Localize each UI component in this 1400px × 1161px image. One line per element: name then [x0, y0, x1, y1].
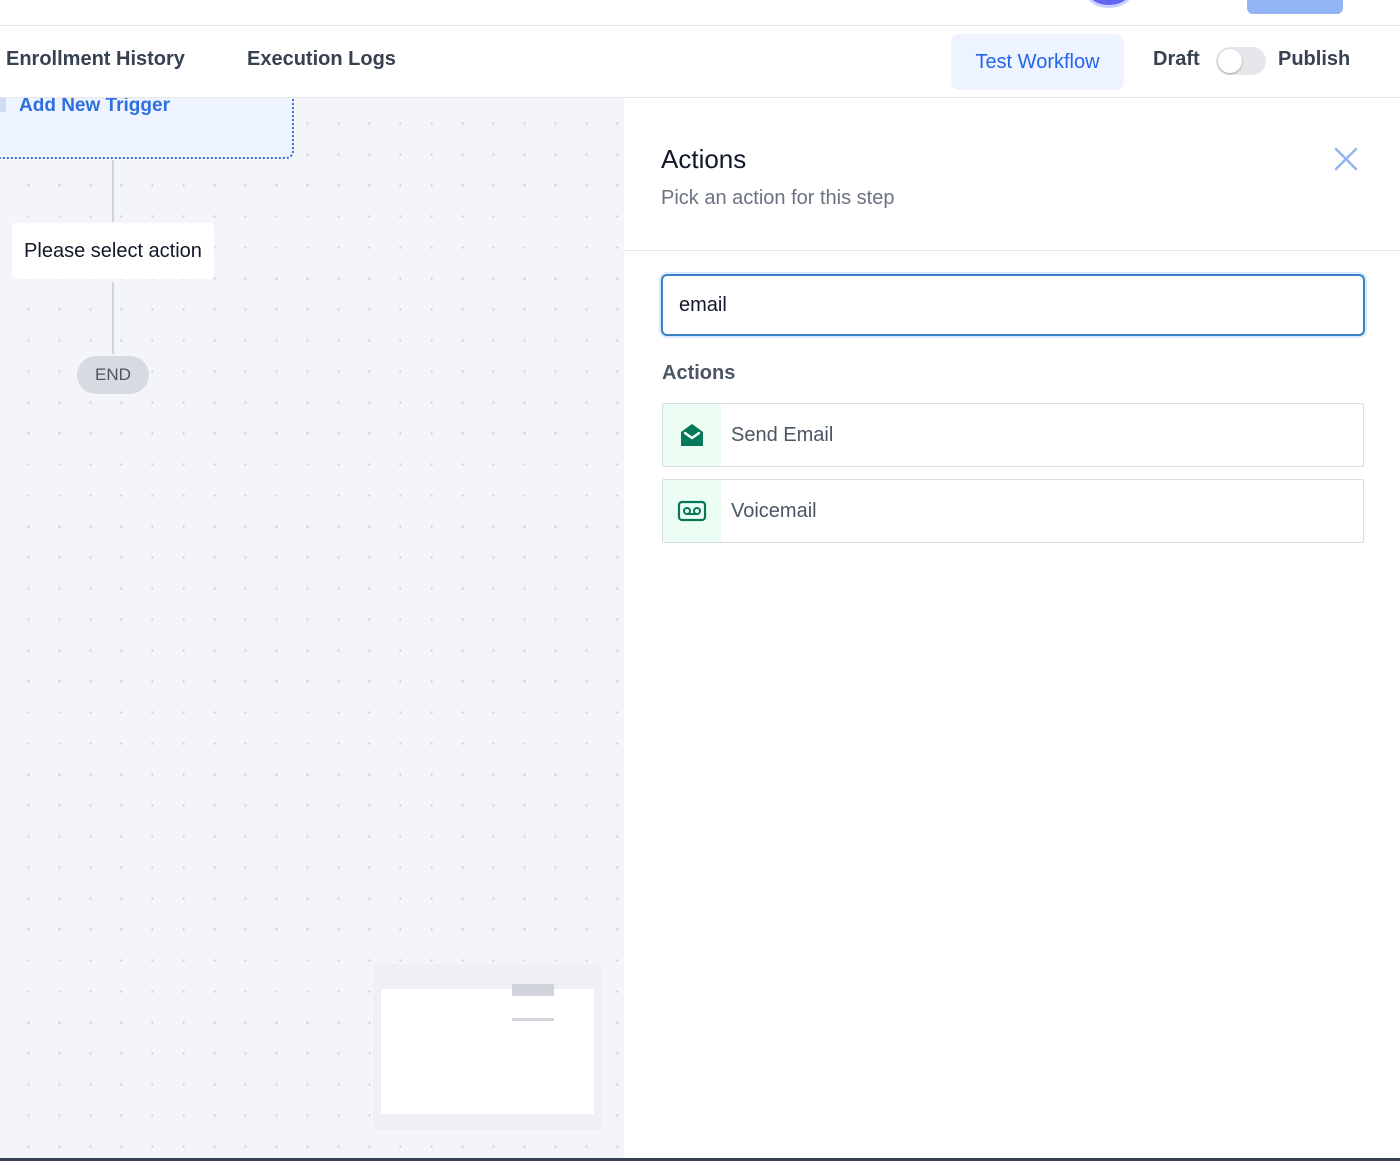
- actions-panel: Actions Pick an action for this step Act…: [624, 98, 1400, 1158]
- end-node: END: [77, 356, 149, 394]
- action-send-email[interactable]: Send Email: [662, 403, 1364, 467]
- action-search-input[interactable]: [661, 274, 1365, 336]
- minimap[interactable]: [373, 964, 601, 1130]
- test-workflow-button[interactable]: Test Workflow: [951, 34, 1124, 90]
- publish-toggle[interactable]: [1216, 47, 1266, 75]
- connector-line: [112, 160, 114, 222]
- section-label: Actions: [662, 362, 736, 384]
- publish-label: Publish: [1278, 48, 1351, 70]
- tab-enrollment-history[interactable]: Enrollment History: [6, 48, 185, 71]
- envelope-open-icon: [663, 404, 721, 466]
- action-node[interactable]: Please select action: [12, 223, 214, 279]
- draft-label: Draft: [1153, 48, 1200, 70]
- tab-execution-logs[interactable]: Execution Logs: [247, 48, 396, 71]
- workflow-canvas[interactable]: Add New Trigger Please select action END: [0, 98, 624, 1158]
- connector-line: [112, 282, 114, 354]
- action-label: Voicemail: [731, 499, 817, 522]
- add-trigger-link[interactable]: Add New Trigger: [19, 98, 170, 117]
- divider: [624, 250, 1400, 251]
- minimap-node: [512, 984, 554, 996]
- panel-title: Actions: [661, 144, 747, 174]
- top-header: [0, 0, 1400, 26]
- panel-subtitle: Pick an action for this step: [661, 187, 895, 209]
- avatar[interactable]: [1086, 0, 1132, 8]
- minimap-viewport[interactable]: [381, 989, 594, 1114]
- workflow-toolbar: Enrollment History Execution Logs Test W…: [0, 26, 1400, 98]
- close-icon[interactable]: [1330, 143, 1362, 175]
- toggle-knob: [1218, 49, 1242, 73]
- header-button[interactable]: [1247, 0, 1343, 14]
- trigger-accent: [0, 98, 6, 112]
- action-voicemail[interactable]: Voicemail: [662, 479, 1364, 543]
- action-label: Send Email: [731, 423, 834, 446]
- minimap-node: [512, 1018, 554, 1021]
- voicemail-icon: [663, 480, 721, 542]
